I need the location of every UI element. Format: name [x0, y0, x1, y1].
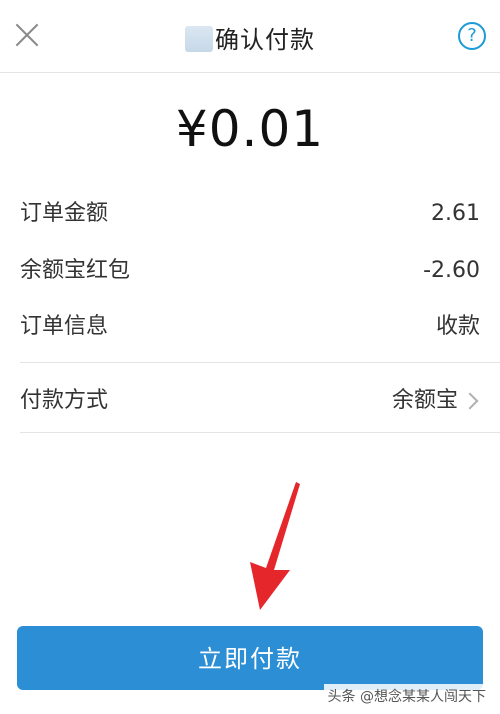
- detail-label: 余额宝红包: [20, 258, 131, 283]
- header-bar: 确认付款 ?: [0, 0, 500, 73]
- detail-row-red-packet: 余额宝红包 -2.60: [20, 251, 480, 291]
- annotation-arrow-icon: [250, 482, 300, 610]
- page-title: 确认付款: [0, 20, 500, 55]
- divider: [20, 432, 500, 433]
- chevron-right-icon: [461, 392, 479, 410]
- detail-row-order-info: 订单信息 收款: [20, 307, 480, 347]
- pay-now-button[interactable]: 立即付款: [17, 626, 483, 690]
- detail-value: -2.60: [423, 258, 480, 283]
- payment-method-value: 余额宝: [391, 388, 458, 413]
- payment-method-row[interactable]: 付款方式 余额宝: [20, 381, 480, 421]
- help-icon[interactable]: ?: [458, 22, 486, 50]
- detail-row-order-amount: 订单金额 2.61: [20, 194, 480, 234]
- detail-label: 订单金额: [20, 201, 109, 226]
- payment-amount: ¥0.01: [175, 100, 325, 158]
- redacted-logo-mask: [185, 26, 213, 52]
- detail-value: 2.61: [431, 201, 480, 226]
- watermark-text: 头条 @想念某某人闯天下: [323, 684, 490, 708]
- divider: [20, 362, 500, 363]
- page-title-text: 确认付款: [215, 26, 315, 54]
- detail-label: 订单信息: [20, 314, 109, 339]
- detail-value: 收款: [435, 314, 480, 339]
- payment-method-label: 付款方式: [20, 388, 109, 413]
